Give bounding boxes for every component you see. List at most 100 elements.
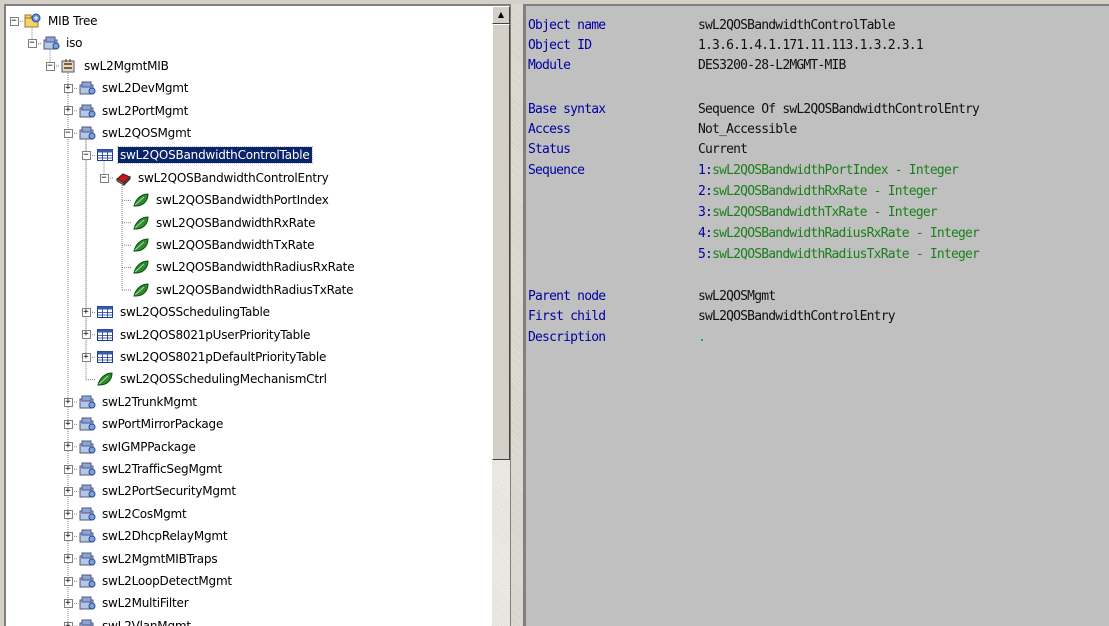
tree-node[interactable]: swL2PortSecurityMgmt <box>78 480 238 502</box>
tree-expander-plus-icon[interactable]: + <box>63 621 73 626</box>
tree-expander-minus-icon[interactable]: − <box>99 173 109 183</box>
tree-expander-plus-icon[interactable]: + <box>63 599 73 609</box>
tree-expander-plus-icon[interactable]: + <box>63 83 73 93</box>
status-label: Status <box>528 142 571 157</box>
tree-node-label: swL2CosMgmt <box>102 506 187 521</box>
tree-expander-plus-icon[interactable]: + <box>63 464 73 474</box>
object-id-value: 1.3.6.1.4.1.171.11.113.1.3.2.3.1 <box>698 38 924 53</box>
leaf-icon <box>96 371 114 387</box>
folder-node-icon <box>78 439 96 455</box>
sequence-item-number: 3: <box>698 205 713 220</box>
tree-vertical-scrollbar[interactable]: ▲ <box>492 6 510 626</box>
tree-node[interactable]: swL2MultiFilter <box>78 592 190 614</box>
mib-tree-root-icon <box>24 13 42 29</box>
tree-node[interactable]: swL2QOS8021pUserPriorityTable <box>96 324 312 346</box>
sequence-item: 1:swL2QOSBandwidthPortIndex - Integer <box>698 161 959 181</box>
tree-expander-plus-icon[interactable]: + <box>63 531 73 541</box>
tree-node[interactable]: swL2DhcpRelayMgmt <box>78 525 229 547</box>
tree-node[interactable]: swL2QOSSchedulingTable <box>96 301 272 323</box>
tree-node[interactable]: swL2VlanMgmt <box>78 615 193 626</box>
tree-node-label: MIB Tree <box>48 14 98 28</box>
tree-node[interactable]: swL2PortMgmt <box>78 100 190 122</box>
description-label: Description <box>528 330 606 345</box>
sequence-label: Sequence <box>528 163 585 178</box>
tree-node[interactable]: swL2QOSBandwidthControlTable <box>96 144 313 166</box>
tree-node[interactable]: swL2QOSBandwidthRxRate <box>132 212 317 234</box>
tree-expander-minus-icon[interactable]: − <box>45 61 55 71</box>
tree-node[interactable]: swL2QOSBandwidthRadiusRxRate <box>132 256 356 278</box>
folder-node-icon <box>78 551 96 567</box>
first-child-value: swL2QOSBandwidthControlEntry <box>698 309 896 324</box>
tree-node[interactable]: swL2LoopDetectMgmt <box>78 570 234 592</box>
tree-node-label: swL2QOSBandwidthRadiusRxRate <box>156 260 355 275</box>
object-details-pane: Object name swL2QOSBandwidthControlTable… <box>524 4 1109 626</box>
tree-node[interactable]: swL2MgmtMIBTraps <box>78 548 219 570</box>
mib-tree-pane[interactable]: − MIB Tree − iso − swL2MgmtMIB + swL2DevMgmt + sw… <box>4 4 510 626</box>
sequence-item: 4:swL2QOSBandwidthRadiusRxRate - Integer <box>698 224 980 244</box>
tree-expander-plus-icon[interactable]: + <box>81 307 91 317</box>
object-id-label: Object ID <box>528 38 592 53</box>
sequence-item-link[interactable]: swL2QOSBandwidthRadiusRxRate - Integer <box>712 226 980 241</box>
tree-expander-minus-icon[interactable]: − <box>9 16 19 26</box>
tree-node[interactable]: swIGMPPackage <box>78 436 198 458</box>
tree-node[interactable]: swL2TrafficSegMgmt <box>78 458 224 480</box>
tree-node[interactable]: swL2QOSBandwidthTxRate <box>132 234 316 256</box>
sequence-item-link[interactable]: swL2QOSBandwidthRadiusTxRate - Integer <box>712 247 980 262</box>
tree-node[interactable]: swL2CosMgmt <box>78 503 189 525</box>
sequence-item-link[interactable]: swL2QOSBandwidthTxRate - Integer <box>712 205 938 220</box>
sequence-item-link[interactable]: swL2QOSBandwidthRxRate - Integer <box>712 184 938 199</box>
tree-expander-plus-icon[interactable]: + <box>63 442 73 452</box>
tree-expander-plus-icon[interactable]: + <box>63 487 73 497</box>
tree-node-label: swL2VlanMgmt <box>102 618 191 626</box>
tree-expander-minus-icon[interactable]: − <box>27 39 37 49</box>
folder-node-icon <box>78 103 96 119</box>
tree-node-label: swL2MgmtMIBTraps <box>102 551 218 566</box>
tree-node-label: swPortMirrorPackage <box>102 417 224 432</box>
object-name-label: Object name <box>528 18 606 33</box>
tree-expander-plus-icon[interactable]: + <box>63 419 73 429</box>
sequence-item-number: 4: <box>698 226 713 241</box>
module-icon <box>60 58 78 74</box>
tree-node[interactable]: swL2QOS8021pDefaultPriorityTable <box>96 346 328 368</box>
tree-node[interactable]: swL2QOSBandwidthRadiusTxRate <box>132 279 355 301</box>
tree-expander-minus-icon[interactable]: − <box>81 151 91 161</box>
sequence-item-number: 2: <box>698 184 713 199</box>
tree-node[interactable]: swPortMirrorPackage <box>78 413 225 435</box>
folder-node-icon <box>78 573 96 589</box>
tree-node[interactable]: swL2TrunkMgmt <box>78 391 199 413</box>
tree-expander-plus-icon[interactable]: + <box>63 509 73 519</box>
tree-node[interactable]: swL2QOSMgmt <box>78 122 193 144</box>
tree-node[interactable]: iso <box>42 32 84 54</box>
tree-node-label: swL2QOSBandwidthTxRate <box>156 238 315 252</box>
pane-splitter[interactable] <box>510 4 524 626</box>
tree-node-label: swL2QOSMgmt <box>102 126 192 140</box>
sequence-item-link[interactable]: swL2QOSBandwidthPortIndex - Integer <box>712 163 959 178</box>
scroll-thumb[interactable] <box>492 24 510 460</box>
tree-node-label: swL2QOSBandwidthRxRate <box>156 215 316 230</box>
tree-expander-plus-icon[interactable]: + <box>81 352 91 362</box>
description-value: . <box>698 330 706 345</box>
leaf-icon <box>132 215 150 231</box>
tree-node-label: swL2TrafficSegMgmt <box>102 462 223 476</box>
tree-node-label: swL2DhcpRelayMgmt <box>102 529 228 544</box>
tree-node-label: iso <box>66 36 83 51</box>
tree-expander-plus-icon[interactable]: + <box>63 576 73 586</box>
tree-node-label: swL2QOSBandwidthPortIndex <box>156 193 329 208</box>
tree-node[interactable]: swL2QOSBandwidthControlEntry <box>114 167 330 189</box>
tree-expander-plus-icon[interactable]: + <box>81 330 91 340</box>
folder-node-icon <box>78 416 96 432</box>
tree-node[interactable]: swL2QOSBandwidthPortIndex <box>132 189 331 211</box>
tree-expander-plus-icon[interactable]: + <box>63 106 73 116</box>
mib-tree[interactable]: − MIB Tree − iso − swL2MgmtMIB + swL2DevMgmt + sw… <box>6 6 492 626</box>
tree-expander-plus-icon[interactable]: + <box>63 397 73 407</box>
tree-node[interactable]: MIB Tree <box>24 10 99 32</box>
tree-node[interactable]: swL2QOSSchedulingMechanismCtrl <box>96 368 329 390</box>
tree-expander-plus-icon[interactable]: + <box>63 554 73 564</box>
tree-node[interactable]: swL2DevMgmt <box>78 77 190 99</box>
scroll-up-button[interactable]: ▲ <box>492 6 510 24</box>
tree-expander-minus-icon[interactable]: − <box>63 128 73 138</box>
tree-node-label: swL2LoopDetectMgmt <box>102 574 232 588</box>
tree-node-label: swL2QOSBandwidthControlTable <box>117 146 313 165</box>
tree-node-label: swIGMPPackage <box>102 439 196 454</box>
tree-node[interactable]: swL2MgmtMIB <box>60 55 171 77</box>
